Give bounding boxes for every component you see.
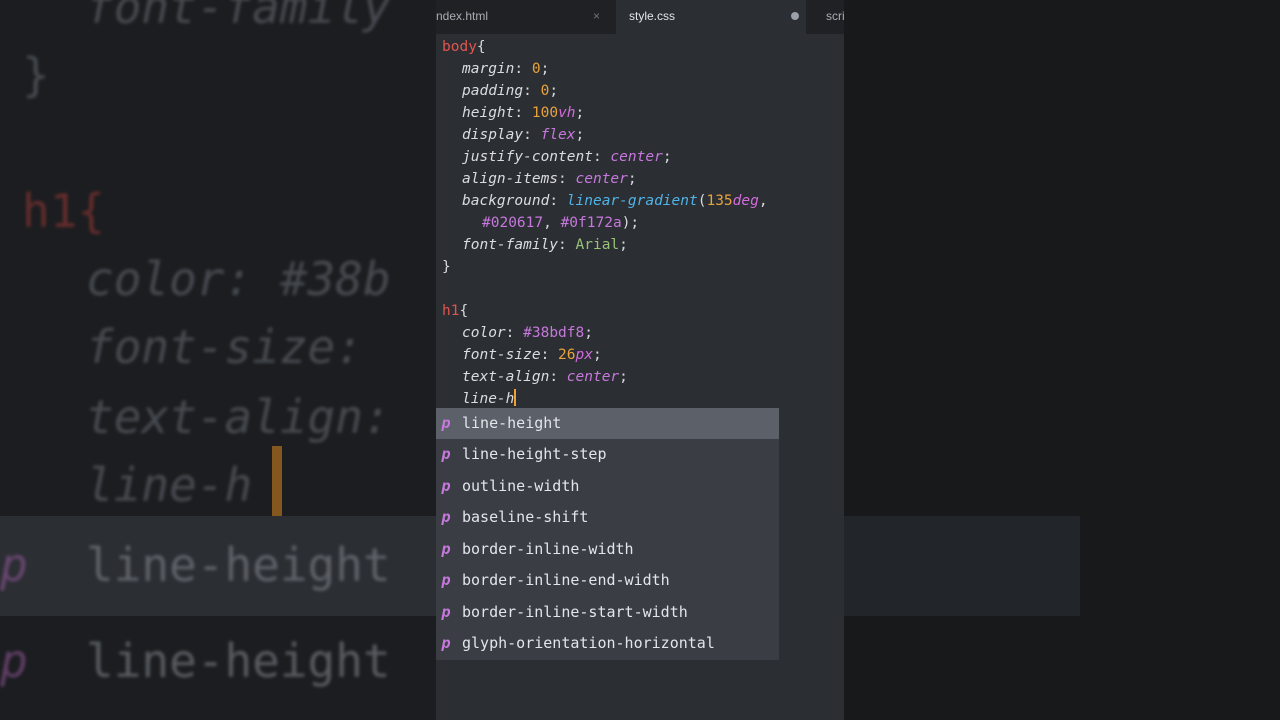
code-line: justify-content: center; [462,149,672,165]
autocomplete-item[interactable]: p border-inline-start-width [436,597,779,628]
autocomplete-item[interactable]: p line-height [436,408,779,439]
property-icon: p [441,445,451,463]
tab-style-css[interactable]: style.css [616,0,806,34]
bg-kind-p-2: p [0,634,28,688]
bg-line-line-height-2: line-height [86,634,391,688]
tab-index-html[interactable]: ndex.html [436,0,616,34]
code-line: font-family: Arial; [462,237,628,253]
autocomplete-item[interactable]: p line-height-step [436,439,779,470]
autocomplete-item[interactable]: p border-inline-end-width [436,565,779,596]
code-line: display: flex; [462,127,585,143]
tab-label: scri [826,9,844,23]
bg-line-h1: h1{ [22,184,106,238]
autocomplete-item[interactable]: p glyph-orientation-horizontal [436,628,779,659]
background-zoom-right [844,0,1280,720]
tab-bar: ndex.html × style.css scri [436,0,844,34]
background-highlight-band-right [844,516,1080,616]
code-line: height: 100vh; [462,105,585,121]
tab-label: ndex.html [436,9,489,23]
bg-line-line-height-1: line-height [86,538,391,592]
autocomplete-item[interactable]: p outline-width [436,471,779,502]
background-caret [272,446,282,516]
code-line-current[interactable]: line-h [462,388,517,410]
code-line: background: linear-gradient(135deg, [462,193,768,209]
bg-line-close-brace: } [22,48,50,102]
property-icon: p [441,603,451,621]
bg-line-text-align: text-align: [86,390,391,444]
code-line: } [442,259,451,275]
property-icon: p [441,508,451,526]
tab-label: style.css [629,9,676,23]
property-icon: p [441,414,451,432]
code-line: font-size: 26px; [462,347,602,363]
bg-kind-p-1: p [0,538,28,592]
close-icon[interactable]: × [593,0,600,34]
property-icon: p [441,634,451,652]
code-line: text-align: center; [462,369,628,385]
code-line: align-items: center; [462,171,637,187]
autocomplete-item[interactable]: p border-inline-width [436,534,779,565]
code-line: padding: 0; [462,83,559,99]
background-zoom-left: font-family } h1{ color: #38b font-size:… [0,0,436,720]
bg-line-font-size: font-size: [86,320,363,374]
bg-line-font-family: font-family [86,0,391,34]
modified-dot-icon[interactable] [791,12,799,20]
tab-script[interactable]: scri [826,0,844,34]
text-caret [514,389,517,406]
bg-line-color: color: #38b [86,252,391,306]
autocomplete-item[interactable]: p baseline-shift [436,502,779,533]
code-line: color: #38bdf8; [462,325,593,341]
property-icon: p [441,540,451,558]
bg-line-typing: line-h [86,458,253,512]
code-line: margin: 0; [462,61,550,77]
code-line: #020617, #0f172a); [482,215,640,231]
property-icon: p [441,571,451,589]
autocomplete-popup: p line-height p line-height-step p outline-… [436,408,779,660]
background-code: font-family } h1{ color: #38b font-size:… [0,0,436,720]
code-line: body{ [442,39,486,55]
code-line: h1{ [442,303,469,319]
property-icon: p [441,477,451,495]
